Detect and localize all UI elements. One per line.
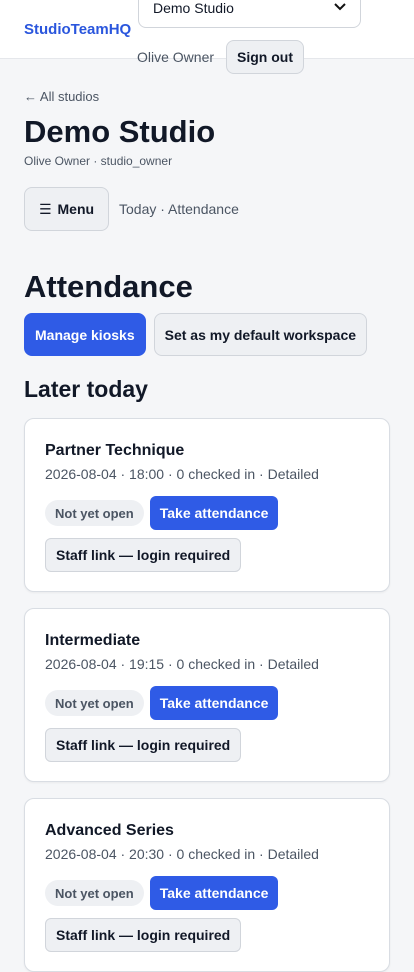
user-row: Olive Owner Sign out <box>137 40 305 74</box>
class-actions: Not yet open Take attendance <box>45 876 279 910</box>
class-actions: Not yet open Take attendance <box>45 686 279 720</box>
class-name: Advanced Series <box>45 822 174 839</box>
staff-link-button[interactable]: Staff link — login required <box>45 918 242 952</box>
class-card: Intermediate 2026-08-04 · 19:15 · 0 chec… <box>24 608 390 782</box>
chevron-down-icon <box>334 2 346 14</box>
user-name: Olive Owner <box>137 49 215 65</box>
take-attendance-button[interactable]: Take attendance <box>149 496 279 530</box>
back-to-studios-link[interactable]: ← All studios <box>24 89 99 104</box>
status-badge: Not yet open <box>45 690 144 716</box>
menu-button-label: Menu <box>57 201 95 217</box>
take-attendance-button[interactable]: Take attendance <box>149 686 279 720</box>
manage-kiosks-button[interactable]: Manage kiosks <box>24 313 146 356</box>
page-title: Attendance <box>24 269 193 304</box>
studio-select-value: Demo Studio <box>153 0 234 16</box>
top-bar: StudioTeamHQ Demo Studio Olive Owner Sig… <box>0 0 414 74</box>
menu-button[interactable]: ☰ Menu <box>24 187 109 231</box>
section-title-later-today: Later today <box>24 376 148 402</box>
brand-logo[interactable]: StudioTeamHQ <box>24 21 131 38</box>
staff-link-button[interactable]: Staff link — login required <box>45 728 242 762</box>
hamburger-icon: ☰ <box>38 200 52 217</box>
status-badge: Not yet open <box>45 500 144 526</box>
set-default-workspace-button[interactable]: Set as my default workspace <box>153 313 368 356</box>
studio-subtitle: Olive Owner · studio_owner <box>24 154 173 168</box>
class-name: Intermediate <box>45 632 141 649</box>
status-badge: Not yet open <box>45 880 144 906</box>
breadcrumb: Today · Attendance <box>119 201 239 217</box>
class-name: Partner Technique <box>45 442 185 459</box>
class-meta: 2026-08-04 · 18:00 · 0 checked in · Deta… <box>45 466 319 482</box>
class-card: Advanced Series 2026-08-04 · 20:30 · 0 c… <box>24 798 390 972</box>
staff-link-button[interactable]: Staff link — login required <box>45 538 242 572</box>
studio-select[interactable]: Demo Studio <box>138 0 361 28</box>
class-meta: 2026-08-04 · 19:15 · 0 checked in · Deta… <box>45 656 319 672</box>
studio-title: Demo Studio <box>24 114 216 149</box>
class-card: Partner Technique 2026-08-04 · 18:00 · 0… <box>24 418 390 592</box>
class-actions: Not yet open Take attendance <box>45 496 279 530</box>
take-attendance-button[interactable]: Take attendance <box>149 876 279 910</box>
sign-out-button[interactable]: Sign out <box>226 40 305 74</box>
page-actions: Manage kiosks Set as my default workspac… <box>24 313 368 356</box>
menu-row: ☰ Menu Today · Attendance <box>24 187 239 231</box>
class-meta: 2026-08-04 · 20:30 · 0 checked in · Deta… <box>45 846 319 862</box>
